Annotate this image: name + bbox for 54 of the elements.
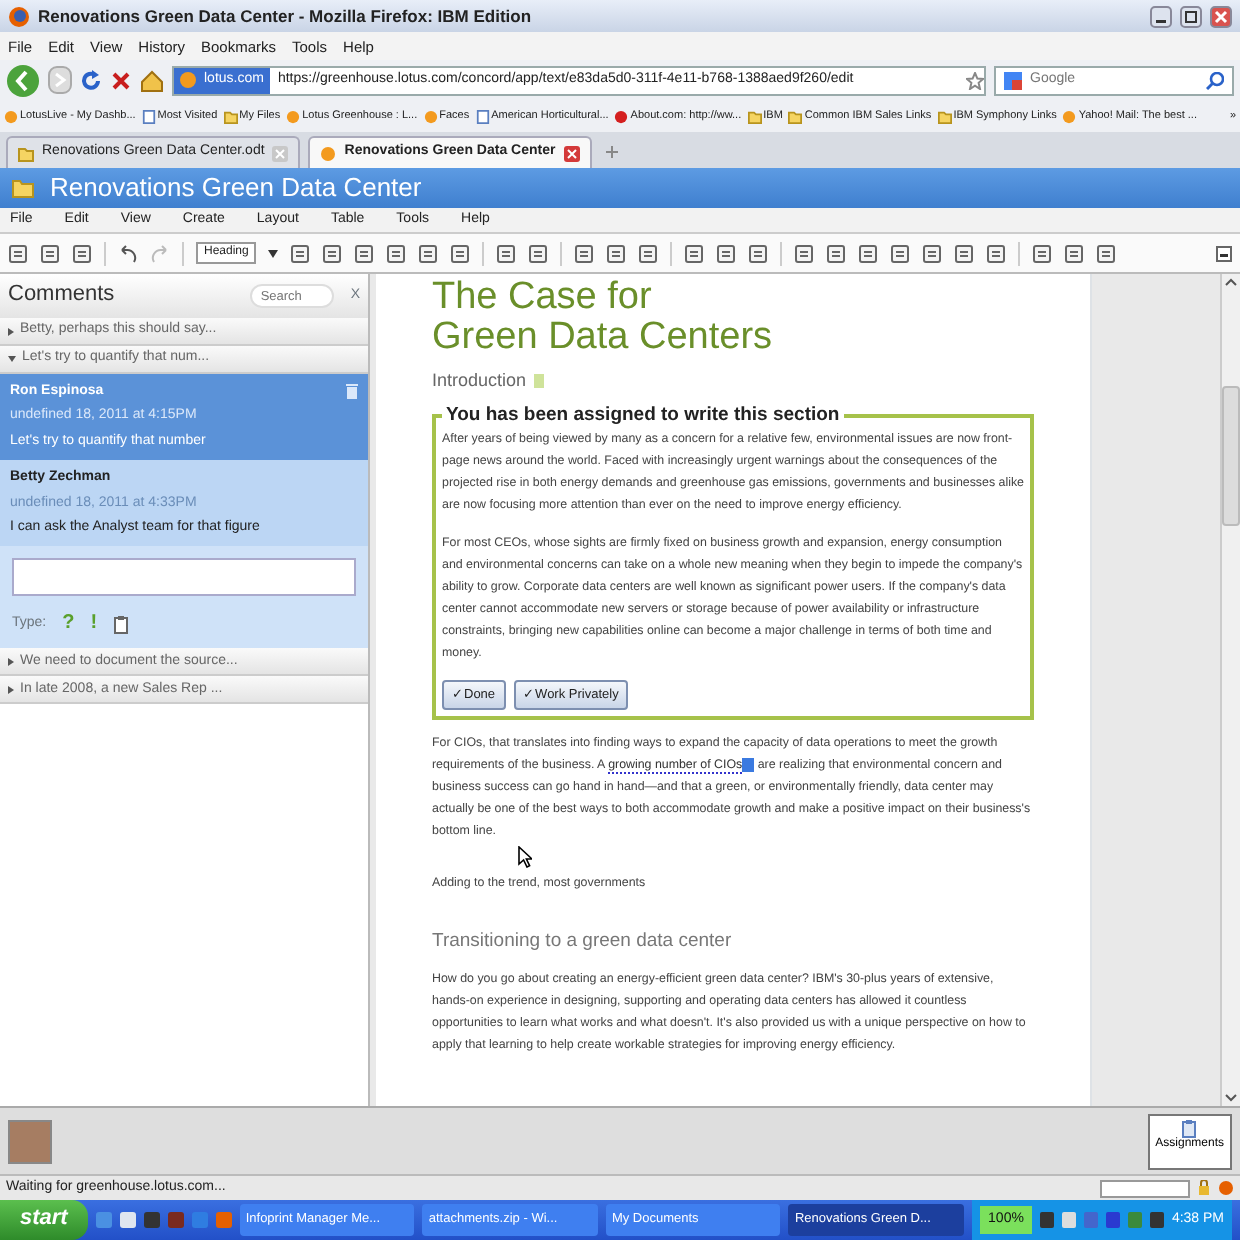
star-icon[interactable] [966, 71, 984, 89]
ball-icon [614, 109, 629, 123]
window-title: Renovations Green Data Center - Mozilla Firefox: IBM Edition [38, 5, 534, 27]
site-icon [1062, 109, 1077, 123]
lock-icon [1198, 1180, 1210, 1196]
page-icon [141, 109, 156, 123]
scroll-down-icon[interactable] [1222, 1090, 1240, 1106]
folder-icon [937, 109, 952, 123]
folder-icon [788, 109, 803, 123]
site-icon [320, 145, 337, 161]
minimize-button[interactable] [1150, 5, 1172, 27]
folder-icon [12, 178, 34, 198]
close-button[interactable] [1210, 5, 1232, 27]
site-icon [4, 109, 18, 123]
firefox-icon [8, 5, 30, 27]
page-icon [475, 109, 490, 123]
site-icon [286, 109, 301, 123]
list-icon[interactable] [986, 243, 1007, 263]
undo-icon[interactable] [118, 243, 138, 263]
search-icon[interactable] [1206, 71, 1224, 89]
folder-icon [18, 145, 34, 161]
site-icon [180, 72, 196, 88]
panel-title: Comments [8, 282, 117, 310]
reply-field[interactable] [12, 558, 356, 597]
clipboard-icon[interactable] [113, 615, 128, 634]
scroll-up-icon[interactable] [1222, 274, 1240, 290]
back-icon[interactable] [6, 63, 40, 97]
document-heading: The Case for [432, 278, 654, 318]
search-engine-icon [1004, 71, 1022, 89]
clipboard-icon [1182, 1119, 1197, 1137]
document-heading: Green Data Centers [432, 318, 775, 358]
restore-button[interactable] [1180, 5, 1202, 27]
folder-icon [223, 109, 238, 123]
section-heading: Transitioning to a green data center [432, 930, 734, 953]
status-field [1100, 1179, 1190, 1197]
site-icon [423, 109, 438, 123]
stop-icon[interactable] [110, 69, 132, 91]
comment-marker-icon[interactable] [742, 757, 755, 772]
document-title: Renovations Green Data Center [50, 172, 422, 204]
home-icon[interactable] [140, 69, 164, 91]
trash-icon[interactable] [346, 384, 358, 401]
marker-icon [534, 374, 545, 388]
folder-icon [747, 109, 762, 123]
caret-icon[interactable] [268, 249, 279, 257]
firefox-icon [1218, 1180, 1234, 1196]
pointer-icon [518, 846, 532, 868]
scroll-thumb[interactable] [1222, 386, 1240, 526]
collapse-icon[interactable] [1216, 245, 1232, 261]
avatar-placeholder [8, 1119, 52, 1163]
reload-icon[interactable] [80, 69, 102, 91]
assignment-title: You has been assigned to write this section [444, 404, 842, 428]
document-icon[interactable] [72, 243, 92, 263]
close-icon[interactable] [563, 145, 580, 161]
section-heading: Introduction [432, 370, 527, 392]
